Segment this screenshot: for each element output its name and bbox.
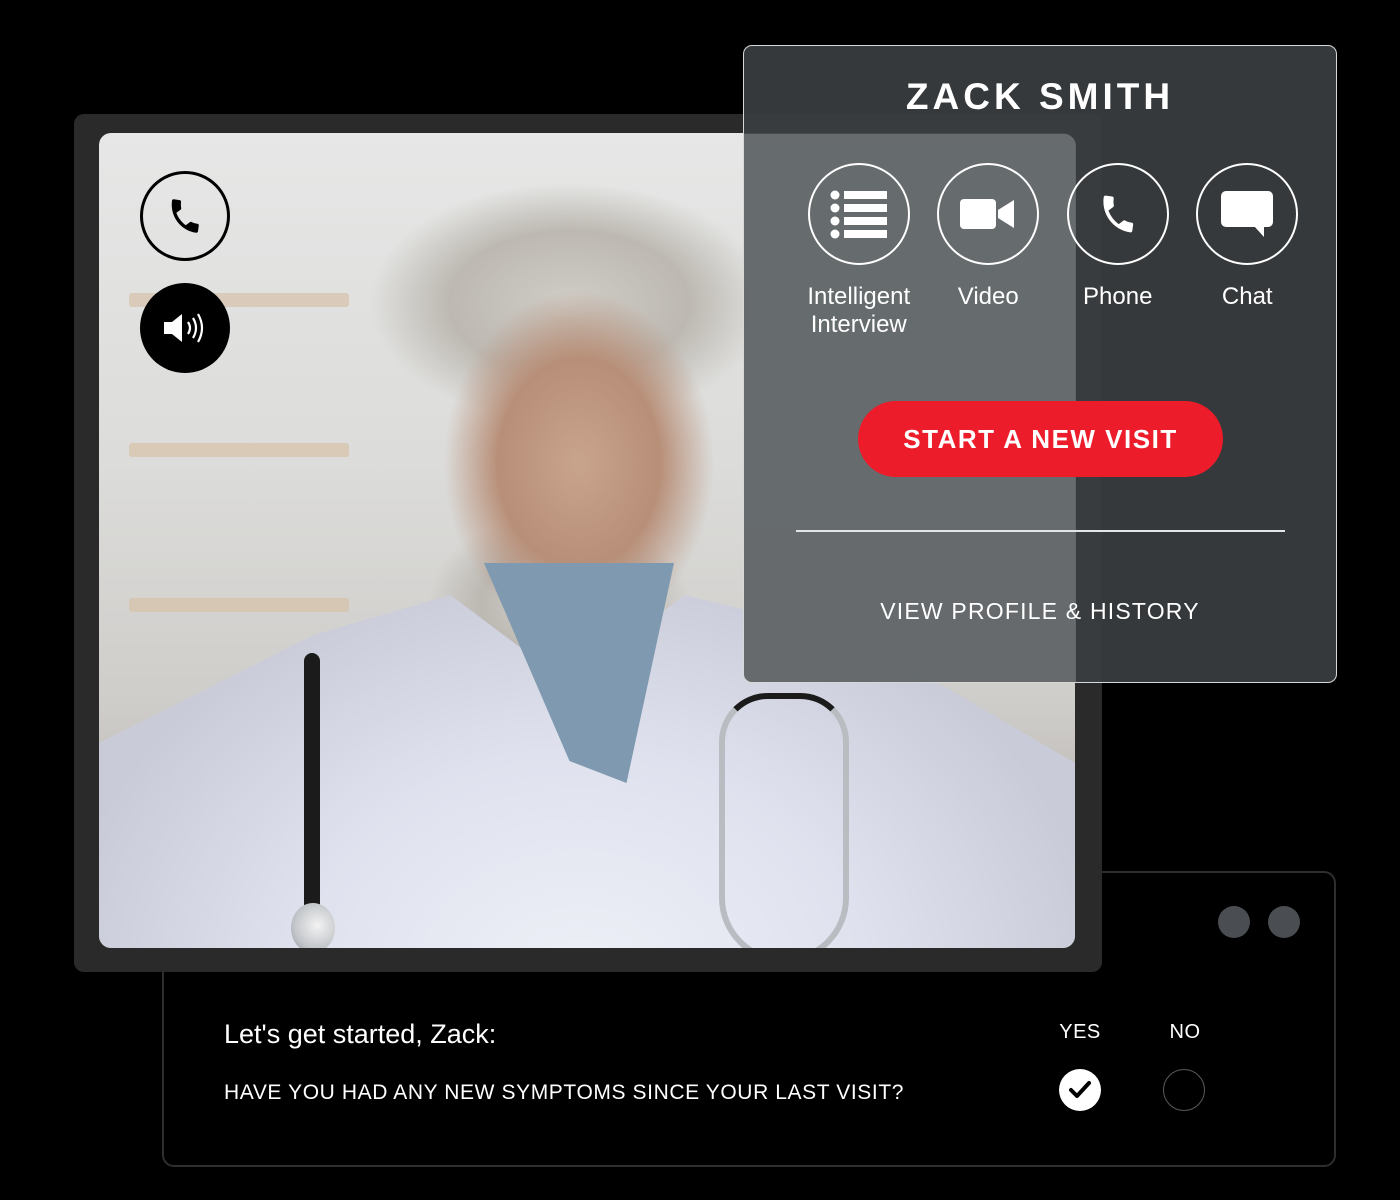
visit-mode-options: Intelligent Interview Video Phone Chat xyxy=(794,163,1312,339)
mode-label: Intelligent Interview xyxy=(807,283,911,338)
question-text: HAVE YOU HAD ANY NEW SYMPTOMS SINCE YOUR… xyxy=(224,1081,905,1104)
chat-bubble-icon xyxy=(1221,191,1274,237)
background-shelf xyxy=(129,443,349,457)
patient-profile-panel: ZACK SMITH Intelligent Interview Video P… xyxy=(743,45,1337,683)
stethoscope-tube xyxy=(304,653,320,913)
mode-chat[interactable]: Chat xyxy=(1183,163,1313,339)
mode-video[interactable]: Video xyxy=(924,163,1054,339)
mode-icon-circle[interactable] xyxy=(807,163,910,265)
mode-intelligent-interview[interactable]: Intelligent Interview xyxy=(794,163,924,339)
stethoscope-tube xyxy=(719,693,849,948)
mode-icon-circle[interactable] xyxy=(1196,163,1299,265)
start-new-visit-button[interactable]: START A NEW VISIT xyxy=(858,401,1223,477)
window-dot[interactable] xyxy=(1268,906,1300,938)
mode-phone[interactable]: Phone xyxy=(1053,163,1183,339)
checkmark-icon xyxy=(1069,1081,1091,1098)
phone-call-button[interactable] xyxy=(140,171,230,261)
mode-icon-circle[interactable] xyxy=(1066,163,1169,265)
radio-no[interactable] xyxy=(1163,1069,1205,1111)
phone-icon xyxy=(171,199,199,233)
divider xyxy=(796,530,1285,532)
mode-label: Chat xyxy=(1221,283,1273,310)
phone-icon xyxy=(1103,195,1133,233)
background-shelf xyxy=(129,598,349,612)
mode-label: Video xyxy=(957,283,1019,310)
radio-yes[interactable] xyxy=(1059,1069,1101,1111)
speaker-button[interactable] xyxy=(140,283,230,373)
video-camera-icon xyxy=(960,199,1015,229)
view-profile-history-link[interactable]: VIEW PROFILE & HISTORY xyxy=(744,598,1336,625)
option-no-label: NO xyxy=(1169,1021,1201,1043)
window-dot[interactable] xyxy=(1218,906,1250,938)
questionnaire-title: Let's get started, Zack: xyxy=(224,1019,497,1049)
stethoscope-chest-piece xyxy=(291,903,335,948)
speaker-icon xyxy=(164,313,204,343)
patient-name: ZACK SMITH xyxy=(905,76,1175,117)
list-icon xyxy=(830,190,887,239)
option-yes-label: YES xyxy=(1059,1021,1101,1043)
mode-icon-circle[interactable] xyxy=(937,163,1040,265)
mode-label: Phone xyxy=(1083,283,1153,310)
window-dots xyxy=(1218,906,1300,938)
